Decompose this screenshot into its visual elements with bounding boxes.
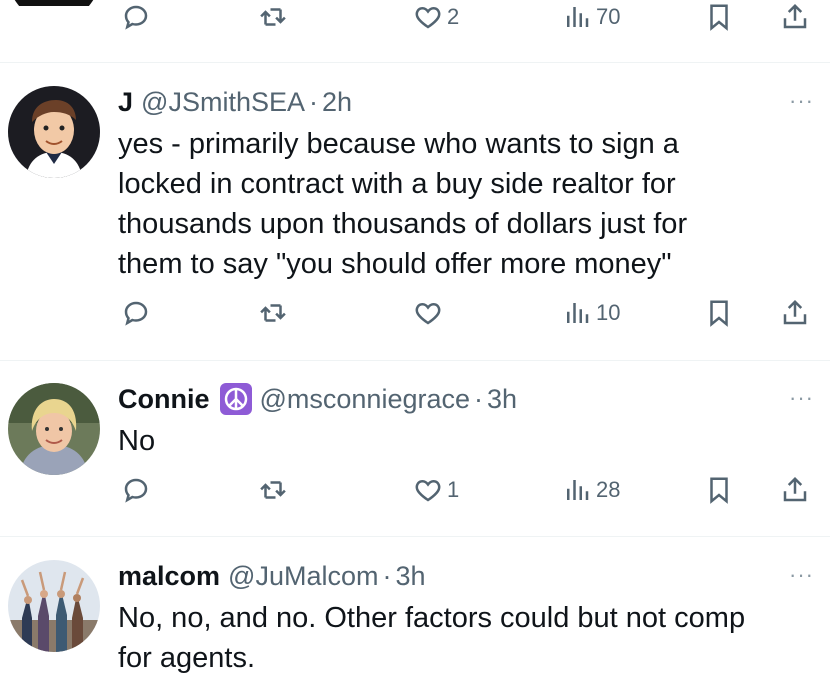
share-icon [783, 299, 807, 325]
analytics-icon [567, 7, 589, 27]
retweet-icon [260, 8, 286, 26]
tweet-text-line: thousands upon thousands of dollars just… [118, 208, 688, 240]
tweet-text-line: No, no, and no. Other factors could but … [118, 602, 746, 634]
tweet-header: J @JSmithSEA · 2h [118, 86, 352, 118]
like-count: 1 [447, 477, 460, 502]
bookmark-button[interactable] [704, 2, 734, 32]
bookmark-button[interactable] [704, 475, 734, 505]
divider [0, 360, 830, 361]
like-button[interactable]: 2 [413, 2, 459, 32]
peace-symbol-icon [219, 383, 252, 415]
tweet-text-line: for agents. [118, 642, 256, 674]
retweet-icon [260, 304, 286, 322]
user-handle[interactable]: @JSmithSEA [141, 86, 305, 118]
reply-icon [124, 5, 148, 30]
view-count: 10 [596, 300, 621, 325]
tweet-text: No [118, 421, 818, 461]
retweet-button[interactable] [258, 298, 288, 328]
share-button[interactable] [780, 2, 810, 32]
analytics-icon [567, 480, 589, 500]
reply-button[interactable] [121, 2, 151, 32]
avatar[interactable] [8, 560, 100, 652]
tweet-text: yes - primarily because who wants to sig… [118, 124, 818, 284]
more-options-button[interactable]: ··· [789, 385, 814, 411]
share-icon [783, 3, 807, 29]
like-button[interactable] [413, 298, 443, 328]
views-button[interactable]: 70 [562, 2, 620, 32]
retweet-button[interactable] [258, 475, 288, 505]
tweet-text-line: locked in contract with a buy side realt… [118, 168, 676, 200]
analytics-icon [567, 303, 589, 323]
more-options-button[interactable]: ··· [789, 88, 814, 114]
timestamp[interactable]: 3h [487, 383, 517, 415]
divider [0, 536, 830, 537]
tweet-text-line: No [118, 425, 156, 457]
tweet-text: No, no, and no. Other factors could but … [118, 598, 818, 678]
timestamp[interactable]: 3h [396, 560, 426, 592]
tweet-actions: 1 28 [0, 475, 830, 515]
views-button[interactable]: 28 [562, 475, 620, 505]
reply-icon [124, 478, 148, 503]
more-options-button[interactable]: ··· [789, 562, 814, 588]
view-count: 28 [596, 477, 621, 502]
retweet-icon [260, 481, 286, 499]
user-handle[interactable]: @JuMalcom [228, 560, 378, 592]
display-name[interactable]: malcom [118, 560, 220, 592]
tweet-text-line: them to say "you should offer more money… [118, 248, 672, 280]
avatar[interactable] [8, 86, 100, 178]
like-count: 2 [447, 4, 460, 29]
bookmark-icon [710, 477, 728, 504]
tweet-header: malcom @JuMalcom · 3h [118, 560, 426, 592]
avatar[interactable] [8, 383, 100, 475]
user-handle[interactable]: @msconniegrace [260, 383, 471, 415]
separator-dot: · [474, 384, 484, 414]
view-count: 70 [596, 4, 621, 29]
heart-icon [415, 302, 441, 325]
retweet-button[interactable] [258, 2, 288, 32]
display-name[interactable]: J [118, 86, 133, 118]
bookmark-icon [710, 300, 728, 327]
like-button[interactable]: 1 [413, 475, 459, 505]
tweet-actions: 2 70 [0, 2, 830, 42]
share-button[interactable] [780, 298, 810, 328]
tweet-header: Connie @msconniegrace · 3h [118, 383, 517, 415]
separator-dot: · [308, 87, 318, 117]
views-button[interactable]: 10 [562, 298, 620, 328]
heart-icon [415, 6, 441, 29]
separator-dot: · [382, 561, 392, 591]
divider [0, 62, 830, 63]
bookmark-button[interactable] [704, 298, 734, 328]
reply-button[interactable] [121, 298, 151, 328]
timestamp[interactable]: 2h [322, 86, 352, 118]
reply-icon [124, 301, 148, 326]
share-icon [783, 476, 807, 502]
bookmark-icon [710, 4, 728, 31]
share-button[interactable] [780, 475, 810, 505]
tweet-text-line: yes - primarily because who wants to sig… [118, 128, 679, 160]
heart-icon [415, 479, 441, 502]
reply-button[interactable] [121, 475, 151, 505]
tweet-actions: 10 [0, 298, 830, 338]
display-name[interactable]: Connie [118, 383, 210, 415]
